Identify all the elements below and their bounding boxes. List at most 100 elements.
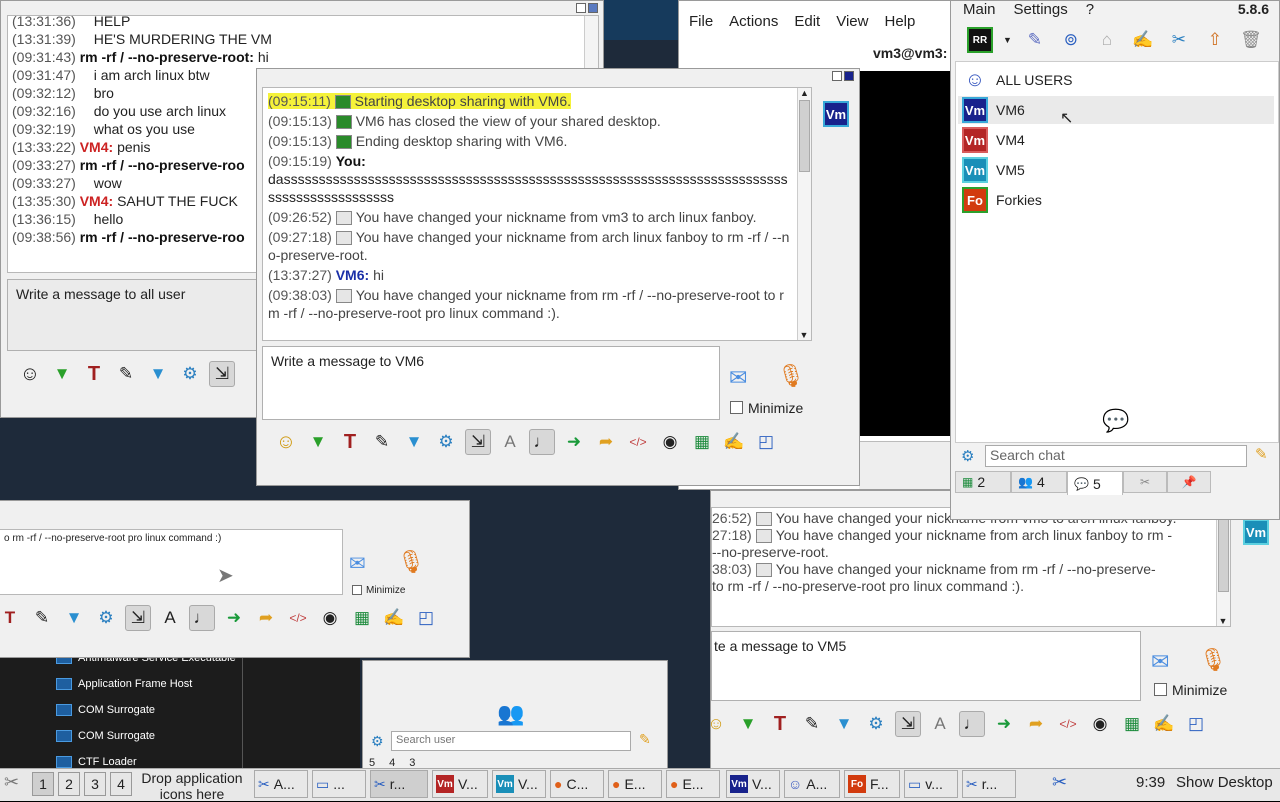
- color-icon[interactable]: ✎: [799, 711, 825, 737]
- taskbar-button-8[interactable]: ● E...: [666, 770, 720, 798]
- user-row-all-users[interactable]: ☺ ALL USERS: [958, 66, 1274, 94]
- menu-view[interactable]: View: [836, 13, 868, 30]
- taskbar-button-12[interactable]: ▭ v...: [904, 770, 958, 798]
- search-chat-input[interactable]: Search chat: [985, 445, 1247, 467]
- notes-icon[interactable]: ✍: [721, 429, 747, 455]
- taskbar-button-13[interactable]: ✂ r...: [962, 770, 1016, 798]
- screen-icon[interactable]: ▦: [689, 429, 715, 455]
- tab-chats[interactable]: 💬 5: [1067, 471, 1123, 495]
- scroll-icon[interactable]: ⇲: [465, 429, 491, 455]
- emoji-icon[interactable]: ☺: [273, 429, 299, 455]
- taskbar-button-9[interactable]: Vm V...: [726, 770, 780, 798]
- code-icon[interactable]: </>: [1055, 711, 1081, 737]
- scroll-icon[interactable]: ⇲: [125, 605, 151, 631]
- menu-file[interactable]: File: [689, 13, 713, 30]
- minimize-checkbox[interactable]: Minimize: [351, 583, 405, 597]
- broadcast-icon[interactable]: ⊚: [1058, 27, 1084, 53]
- folder-icon[interactable]: ➦: [593, 429, 619, 455]
- window-icon[interactable]: ◰: [413, 605, 439, 631]
- scroll-thumb[interactable]: [1218, 510, 1229, 592]
- font-icon[interactable]: T: [81, 361, 107, 387]
- all-users-message-input[interactable]: Write a message to all user: [7, 279, 267, 351]
- send-icon[interactable]: ✉: [729, 365, 747, 391]
- filter-icon[interactable]: ▼: [401, 429, 427, 455]
- spell-icon[interactable]: A: [157, 605, 183, 631]
- settings-icon[interactable]: ⚙: [863, 711, 889, 737]
- notes-icon[interactable]: ✍: [1130, 27, 1156, 53]
- start-menu-icon[interactable]: ✂: [4, 772, 19, 793]
- home-icon[interactable]: ⌂: [1094, 27, 1120, 53]
- settings-icon[interactable]: ⚙: [177, 361, 203, 387]
- window-icon[interactable]: ◰: [1183, 711, 1209, 737]
- mic-icon[interactable]: 🎙: [777, 363, 805, 389]
- taskbar-button-2[interactable]: ▭...: [312, 770, 366, 798]
- send-file-icon[interactable]: ➜: [561, 429, 587, 455]
- workspace-3[interactable]: 3: [84, 772, 106, 796]
- menu-settings[interactable]: Settings: [1014, 1, 1068, 18]
- window-controls[interactable]: [831, 69, 857, 81]
- menu-help[interactable]: Help: [884, 13, 915, 30]
- search-settings-icon[interactable]: ⚙: [371, 733, 384, 750]
- color-icon[interactable]: ✎: [29, 605, 55, 631]
- note-icon[interactable]: ♩: [189, 605, 215, 631]
- vm5-message-input[interactable]: te a message to VM5: [711, 631, 1141, 701]
- camera-icon[interactable]: ◉: [657, 429, 683, 455]
- tools-icon[interactable]: ✂: [1166, 27, 1192, 53]
- tab-users[interactable]: 👥 4: [1011, 471, 1067, 493]
- send-icon[interactable]: ✉: [349, 551, 366, 576]
- window-icon[interactable]: ◰: [753, 429, 779, 455]
- color-icon[interactable]: ✎: [113, 361, 139, 387]
- filter-icon[interactable]: ▼: [61, 605, 87, 631]
- nudge-icon[interactable]: ▼: [735, 711, 761, 737]
- filter-icon[interactable]: ▼: [831, 711, 857, 737]
- update-icon[interactable]: ⇧: [1202, 27, 1228, 53]
- minimize-checkbox-box[interactable]: [352, 585, 362, 595]
- settings-icon[interactable]: ⚙: [433, 429, 459, 455]
- tab-screens[interactable]: ▦ 2: [955, 471, 1011, 493]
- user-row-vm5[interactable]: Vm VM5: [958, 156, 1274, 184]
- screen-icon[interactable]: ▦: [349, 605, 375, 631]
- code-icon[interactable]: </>: [285, 605, 311, 631]
- process-item[interactable]: COM Surrogate: [56, 730, 155, 742]
- search-user-field[interactable]: Search user: [391, 731, 631, 751]
- menu-help[interactable]: ?: [1086, 1, 1094, 18]
- notes-icon[interactable]: ✍: [381, 605, 407, 631]
- folder-icon[interactable]: ➦: [253, 605, 279, 631]
- taskbar-button-6[interactable]: ● C...: [550, 770, 604, 798]
- menu-edit[interactable]: Edit: [794, 13, 820, 30]
- menu-main[interactable]: Main: [963, 1, 996, 18]
- font-icon[interactable]: T: [767, 711, 793, 737]
- chat-scrollbar[interactable]: ▼: [1216, 508, 1230, 626]
- tray-app-icon[interactable]: ✂: [1052, 772, 1067, 793]
- scroll-down-icon[interactable]: ▼: [798, 330, 810, 340]
- menu-actions[interactable]: Actions: [729, 13, 778, 30]
- user-row-forkies[interactable]: Fo Forkies: [958, 186, 1274, 214]
- chat-scrollbar[interactable]: ▲ ▼: [797, 88, 811, 340]
- font-icon[interactable]: T: [0, 605, 23, 631]
- status-dropdown-icon[interactable]: ▼: [1003, 35, 1012, 45]
- font-icon[interactable]: T: [337, 429, 363, 455]
- process-item[interactable]: Application Frame Host: [56, 678, 192, 690]
- close-window-icon[interactable]: [588, 3, 598, 13]
- minimize-checkbox-box[interactable]: [730, 401, 743, 414]
- minimize-checkbox[interactable]: Minimize: [729, 399, 803, 416]
- minimize-window-icon[interactable]: [576, 3, 586, 13]
- emoji-icon[interactable]: ☺: [711, 711, 729, 737]
- edit-profile-icon[interactable]: ✎: [1022, 27, 1048, 53]
- clear-search-icon[interactable]: ✎: [1255, 445, 1268, 463]
- user-row-vm6[interactable]: Vm VM6: [958, 96, 1274, 124]
- status-badge[interactable]: RR: [967, 27, 993, 53]
- filter-icon[interactable]: ▼: [145, 361, 171, 387]
- workspace-1[interactable]: 1: [32, 772, 54, 796]
- code-icon[interactable]: </>: [625, 429, 651, 455]
- workspace-4[interactable]: 4: [110, 772, 132, 796]
- taskbar-button-5[interactable]: Vm V...: [492, 770, 546, 798]
- scroll-down-icon[interactable]: ▼: [1217, 616, 1229, 626]
- settings-icon[interactable]: ⚙: [93, 605, 119, 631]
- taskbar-button-7[interactable]: ● E...: [608, 770, 662, 798]
- notes-icon[interactable]: ✍: [1151, 711, 1177, 737]
- taskbar-button-11[interactable]: Fo F...: [844, 770, 900, 798]
- close-window-icon[interactable]: [844, 71, 854, 81]
- process-item[interactable]: COM Surrogate: [56, 704, 155, 716]
- spell-icon[interactable]: A: [497, 429, 523, 455]
